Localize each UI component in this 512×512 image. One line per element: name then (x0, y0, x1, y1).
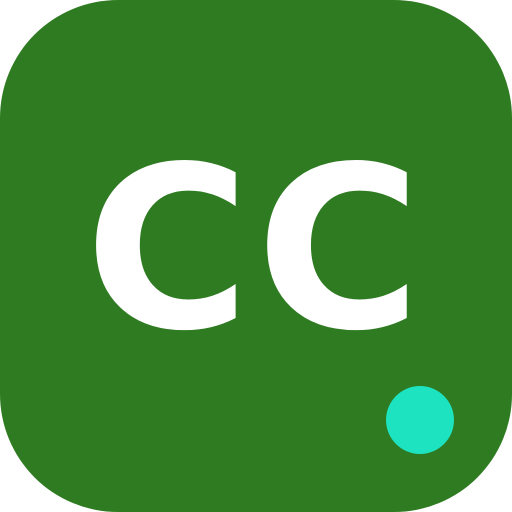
app-icon[interactable]: CC (0, 0, 512, 512)
app-icon-label: CC (84, 118, 428, 381)
status-dot-icon (386, 386, 454, 454)
